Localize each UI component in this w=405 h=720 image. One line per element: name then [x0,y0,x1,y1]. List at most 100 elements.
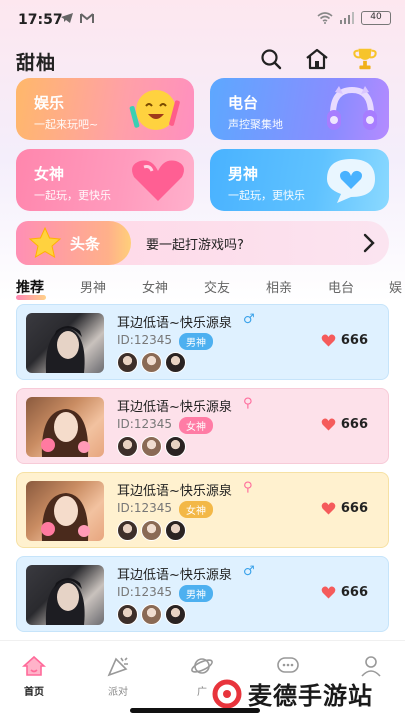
category-subtitle: 声控聚集地 [228,118,283,131]
avatar [141,604,162,625]
nav-home[interactable]: 首页 [4,655,64,698]
item-id: ID:12345 [117,501,172,515]
chat-icon [277,657,299,673]
tab-goddess[interactable]: 女神 [142,277,168,296]
wifi-icon [317,12,333,24]
telegram-icon [61,13,73,23]
category-card-god[interactable]: 男神 一起玩，更快乐 [210,149,389,211]
member-avatars [117,520,186,541]
category-subtitle: 一起来玩吧~ [34,118,99,131]
nav-label: 派对 [108,687,128,698]
avatar [165,436,186,457]
heat-count: 666 [340,417,368,432]
avatar [141,352,162,373]
header: 甜柚 [0,42,405,76]
profile-icon [361,656,381,677]
tab-dating[interactable]: 相亲 [266,277,292,296]
list-item[interactable]: 耳边低语~快乐源泉 ⚲ ID:12345 女神 666 [16,472,389,548]
chevron-right-icon [363,233,375,253]
category-subtitle: 一起玩，更快乐 [228,189,305,202]
status-system: 40 [317,11,391,25]
watermark: 麦德手游站 [212,676,373,711]
tab-entertainment[interactable]: 娱 [389,277,402,296]
popularity: 666 [321,333,368,348]
female-icon: ⚲ [243,396,253,411]
avatar [117,520,138,541]
heart-icon [321,586,336,599]
watermark-text: 麦德手游站 [248,682,373,710]
item-name: 耳边低语~快乐源泉 [117,400,232,415]
category-title: 女神 [34,165,65,183]
planet-icon [191,658,213,674]
headline-tag: 头条 [16,221,131,265]
search-icon[interactable] [258,46,284,72]
list-item[interactable]: 耳边低语~快乐源泉 ⚲ ID:12345 女神 666 [16,388,389,464]
nav-label: 首页 [24,687,44,698]
avatar [141,436,162,457]
member-avatars [117,352,186,373]
popularity: 666 [321,417,368,432]
item-id: ID:12345 [117,585,172,599]
status-bar: 17:57 40 [0,0,405,38]
item-name: 耳边低语~快乐源泉 [117,568,232,583]
avatar [26,313,104,373]
headphones-icon [327,86,377,130]
item-name: 耳边低语~快乐源泉 [117,484,232,499]
heat-count: 666 [340,585,368,600]
avatar [26,481,104,541]
gmail-icon [80,12,94,23]
male-icon: ♂ [243,312,255,327]
popularity: 666 [321,585,368,600]
star-icon [28,227,62,259]
tab-recommend[interactable]: 推荐 [16,277,44,297]
list-item[interactable]: 耳边低语~快乐源泉 ♂ ID:12345 男神 666 [16,556,389,632]
chat-bubble-heart-icon [327,159,375,203]
avatar [26,397,104,457]
list-item[interactable]: 耳边低语~快乐源泉 ♂ ID:12345 男神 666 [16,304,389,380]
home-indicator [130,708,260,713]
category-tabs: 推荐 男神 女神 交友 相亲 电台 娱 [0,275,405,301]
tab-god[interactable]: 男神 [80,277,106,296]
party-icon [107,657,128,677]
avatar [165,352,186,373]
signal-icon [340,12,354,24]
avatar [165,520,186,541]
category-title: 电台 [228,94,259,112]
battery-icon: 40 [361,11,391,25]
nav-party[interactable]: 派对 [88,655,148,698]
heat-count: 666 [340,333,368,348]
status-badge: 女神 [179,417,213,434]
category-subtitle: 一起玩，更快乐 [34,189,111,202]
heart-icon [321,334,336,347]
status-badge: 男神 [179,585,213,602]
status-time: 17:57 [18,12,63,28]
item-id: ID:12345 [117,417,172,431]
tab-friends[interactable]: 交友 [204,277,230,296]
popularity: 666 [321,501,368,516]
home-icon [21,655,47,676]
tab-radio[interactable]: 电台 [328,277,354,296]
category-title: 娱乐 [34,94,65,112]
category-title: 男神 [228,165,259,183]
status-app-icons [60,12,94,24]
avatar [141,520,162,541]
trophy-icon[interactable] [352,46,378,72]
headline-text: 要一起打游戏吗? [146,238,244,253]
member-avatars [117,436,186,457]
category-card-goddess[interactable]: 女神 一起玩，更快乐 [16,149,194,211]
avatar [26,565,104,625]
member-avatars [117,604,186,625]
status-badge: 男神 [179,333,213,350]
headline-banner[interactable]: 头条 要一起打游戏吗? [16,221,389,265]
status-badge: 女神 [179,501,213,518]
home-outline-icon[interactable] [304,46,330,72]
watermark-logo-icon [212,679,242,708]
avatar [165,604,186,625]
avatar [117,604,138,625]
category-card-entertainment[interactable]: 娱乐 一起来玩吧~ [16,78,194,140]
category-card-radio[interactable]: 电台 声控聚集地 [210,78,389,140]
heart-icon [321,418,336,431]
female-icon: ⚲ [243,480,253,495]
item-name: 耳边低语~快乐源泉 [117,316,232,331]
avatar [117,436,138,457]
